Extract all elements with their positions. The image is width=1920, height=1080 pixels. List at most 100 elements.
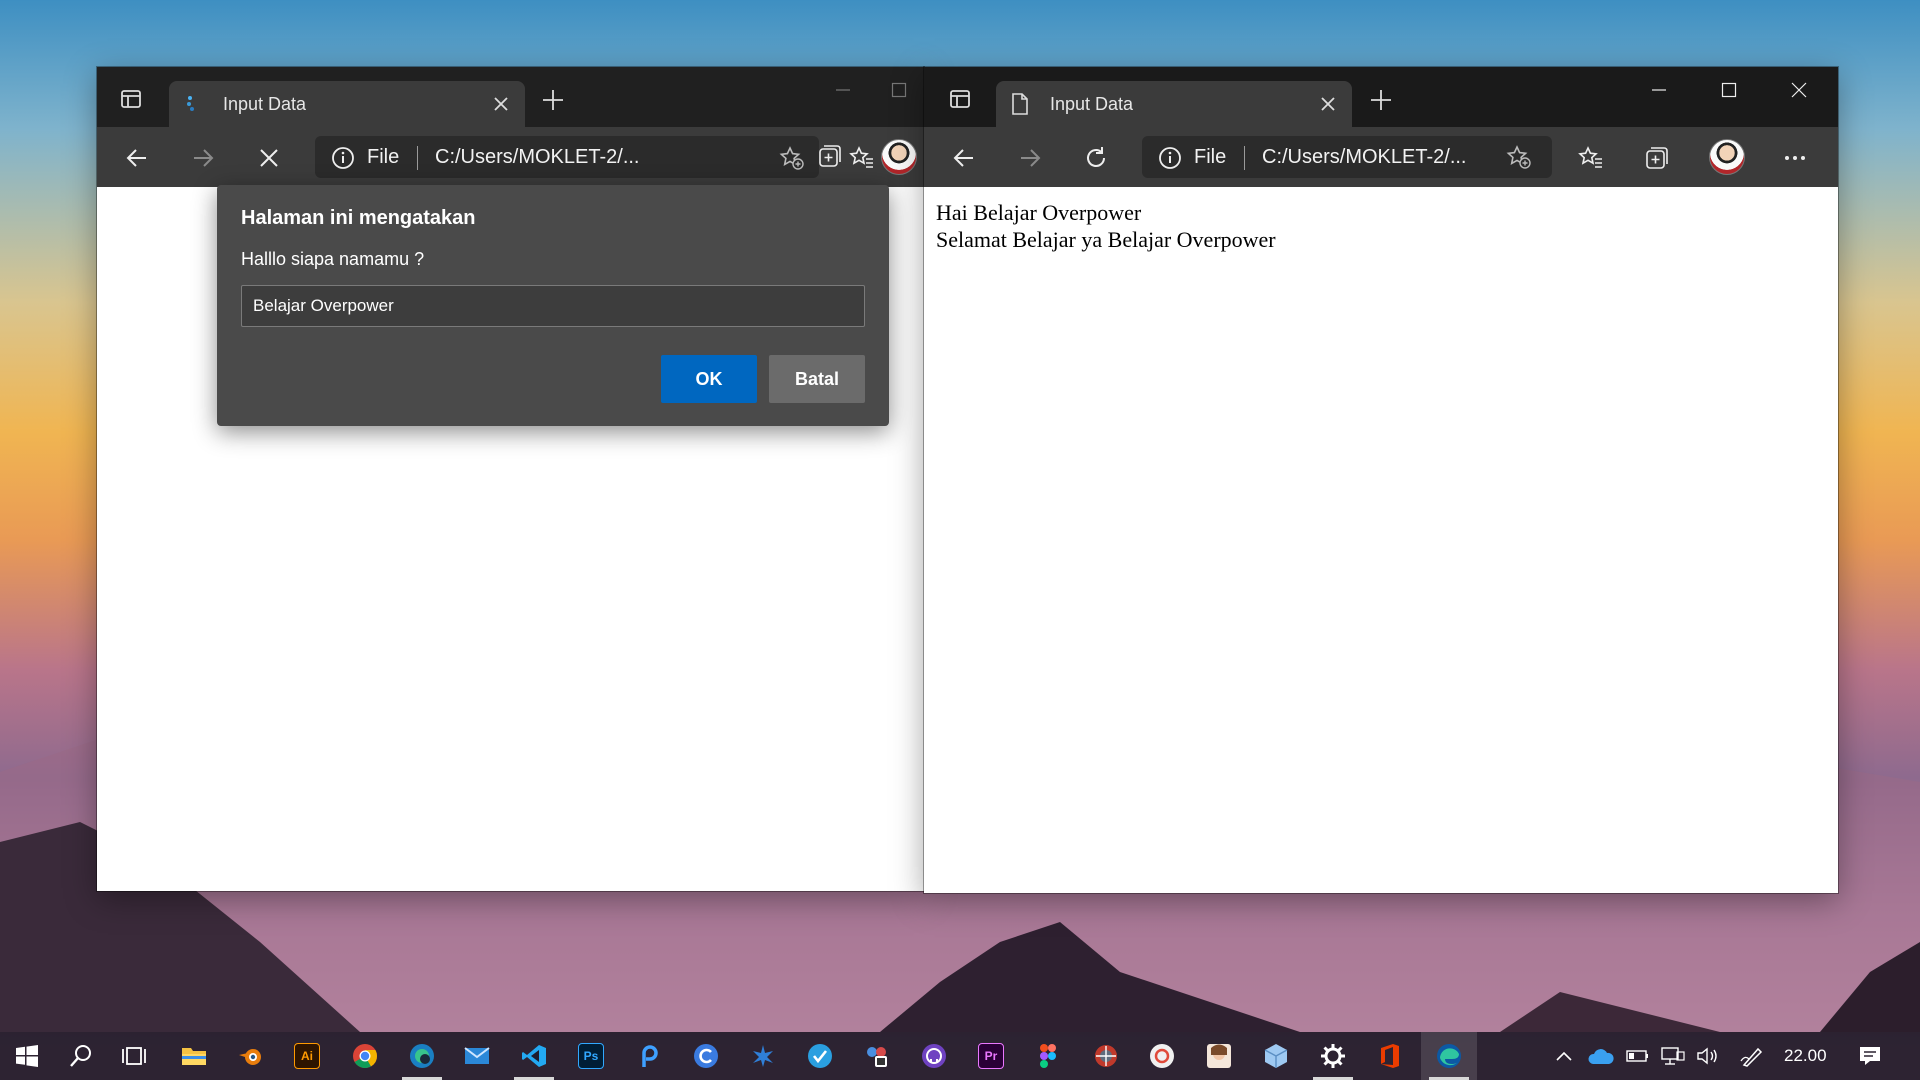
loading-spinner-icon xyxy=(187,96,194,111)
refresh-icon xyxy=(1087,147,1105,167)
minimize-icon xyxy=(1652,89,1666,91)
address-url: C:/Users/MOKLET-2/... xyxy=(435,146,640,168)
collections-button[interactable] xyxy=(812,138,848,174)
file-explorer-icon xyxy=(182,1048,206,1065)
collections-button[interactable] xyxy=(1639,140,1675,176)
back-button[interactable] xyxy=(119,140,155,176)
vscode-button[interactable] xyxy=(514,1040,554,1080)
cancel-button[interactable]: Batal xyxy=(769,355,865,403)
onedrive-icon[interactable] xyxy=(1587,1046,1615,1066)
prompt-dialog: Halaman ini mengatakan Halllo siapa nama… xyxy=(217,185,889,426)
app-button-3[interactable] xyxy=(804,1040,836,1072)
profile-avatar[interactable] xyxy=(1709,139,1745,175)
pen-ink-icon[interactable] xyxy=(1740,1045,1764,1067)
office-icon xyxy=(1381,1044,1399,1068)
edge-icon xyxy=(1437,1044,1461,1068)
tab-actions-button[interactable] xyxy=(943,82,977,116)
minimize-button[interactable] xyxy=(1624,67,1694,113)
github-icon xyxy=(922,1044,946,1068)
tab-input-data[interactable]: Input Data xyxy=(169,81,525,127)
maximize-button[interactable] xyxy=(1694,67,1764,113)
page-file-icon xyxy=(1012,93,1028,115)
figma-icon xyxy=(1040,1044,1056,1068)
profile-avatar[interactable] xyxy=(881,139,917,175)
back-button[interactable] xyxy=(946,140,982,176)
chrome-button[interactable] xyxy=(349,1040,381,1072)
collections-icon xyxy=(1646,147,1668,169)
close-tab-icon[interactable] xyxy=(491,94,511,114)
app-button-7[interactable] xyxy=(1203,1040,1235,1072)
notifications-icon[interactable] xyxy=(1858,1044,1882,1068)
favorites-button[interactable] xyxy=(844,140,880,176)
app-icon xyxy=(1095,1045,1117,1067)
app-button-2[interactable] xyxy=(747,1040,779,1072)
add-favorite-icon[interactable] xyxy=(779,145,805,171)
file-explorer-button[interactable] xyxy=(178,1040,210,1072)
volume-icon[interactable] xyxy=(1696,1046,1722,1066)
illustrator-icon: Ai xyxy=(294,1043,320,1069)
new-tab-icon[interactable] xyxy=(538,85,568,115)
chrome-icon xyxy=(353,1044,377,1069)
dialog-title: Halaman ini mengatakan xyxy=(241,207,476,229)
app-icon xyxy=(1207,1044,1231,1068)
app-button-1[interactable] xyxy=(633,1040,665,1072)
navigation-toolbar: File C:/Users/MOKLET-2/... xyxy=(924,127,1838,187)
edge-button[interactable] xyxy=(1429,1040,1469,1080)
refresh-button[interactable] xyxy=(1078,140,1114,176)
dialog-message: Halllo siapa namamu ? xyxy=(241,249,425,269)
start-button[interactable] xyxy=(11,1040,43,1072)
stop-button[interactable] xyxy=(251,140,287,176)
address-bar[interactable]: File C:/Users/MOKLET-2/... xyxy=(315,136,819,178)
tab-input-data[interactable]: Input Data xyxy=(996,81,1352,127)
github-button[interactable] xyxy=(918,1040,950,1072)
welcome-line: Selamat Belajar ya Belajar Overpower xyxy=(936,227,1276,252)
forward-button[interactable] xyxy=(185,140,221,176)
tab-actions-icon xyxy=(950,90,970,108)
photoshop-button[interactable]: Ps xyxy=(575,1040,607,1072)
forward-arrow-icon xyxy=(194,149,214,167)
address-separator xyxy=(417,146,418,170)
task-view-button[interactable] xyxy=(119,1040,151,1072)
app-button-5[interactable] xyxy=(1090,1040,1122,1072)
title-bar: Input Data xyxy=(97,67,924,127)
search-button[interactable] xyxy=(65,1040,97,1072)
battery-icon[interactable] xyxy=(1626,1048,1650,1064)
office-button[interactable] xyxy=(1374,1040,1406,1072)
mail-button[interactable] xyxy=(461,1040,493,1072)
app-button-4[interactable] xyxy=(861,1040,893,1072)
dialog-name-input[interactable] xyxy=(241,285,865,327)
settings-more-button[interactable] xyxy=(1777,140,1813,176)
edge-dev-button[interactable] xyxy=(402,1040,442,1080)
tab-title: Input Data xyxy=(1050,94,1134,114)
more-dots-icon xyxy=(1785,156,1805,160)
stop-x-icon xyxy=(260,149,278,167)
settings-button[interactable] xyxy=(1313,1040,1353,1080)
app-button-8[interactable] xyxy=(1260,1040,1292,1072)
navigation-toolbar: File C:/Users/MOKLET-2/... xyxy=(97,127,924,187)
app-icon xyxy=(753,1045,773,1067)
close-window-button[interactable] xyxy=(1764,67,1834,113)
illustrator-button[interactable]: Ai xyxy=(291,1040,323,1072)
ok-button[interactable]: OK xyxy=(661,355,757,403)
address-scheme: File xyxy=(367,146,400,168)
tab-actions-button[interactable] xyxy=(114,82,148,116)
network-icon[interactable] xyxy=(1660,1046,1686,1066)
address-scheme: File xyxy=(1194,146,1227,168)
add-favorite-icon[interactable] xyxy=(1506,144,1532,170)
favorites-button[interactable] xyxy=(1573,140,1609,176)
app-button-6[interactable] xyxy=(1146,1040,1178,1072)
canva-button[interactable] xyxy=(690,1040,722,1072)
back-arrow-icon xyxy=(126,149,146,167)
close-tab-icon[interactable] xyxy=(1318,94,1338,114)
show-hidden-icons-icon[interactable] xyxy=(1554,1048,1574,1064)
figma-button[interactable] xyxy=(1032,1040,1064,1072)
new-tab-icon[interactable] xyxy=(1366,85,1396,115)
premiere-button[interactable]: Pr xyxy=(975,1040,1007,1072)
app-icon xyxy=(642,1045,658,1067)
windows-start-icon xyxy=(16,1045,38,1067)
forward-button[interactable] xyxy=(1012,140,1048,176)
clock[interactable]: 22.00 xyxy=(1784,1046,1827,1066)
blender-button[interactable] xyxy=(235,1040,267,1072)
address-bar[interactable]: File C:/Users/MOKLET-2/... xyxy=(1142,136,1552,178)
greeting-line: Hai Belajar Overpower xyxy=(936,200,1142,225)
